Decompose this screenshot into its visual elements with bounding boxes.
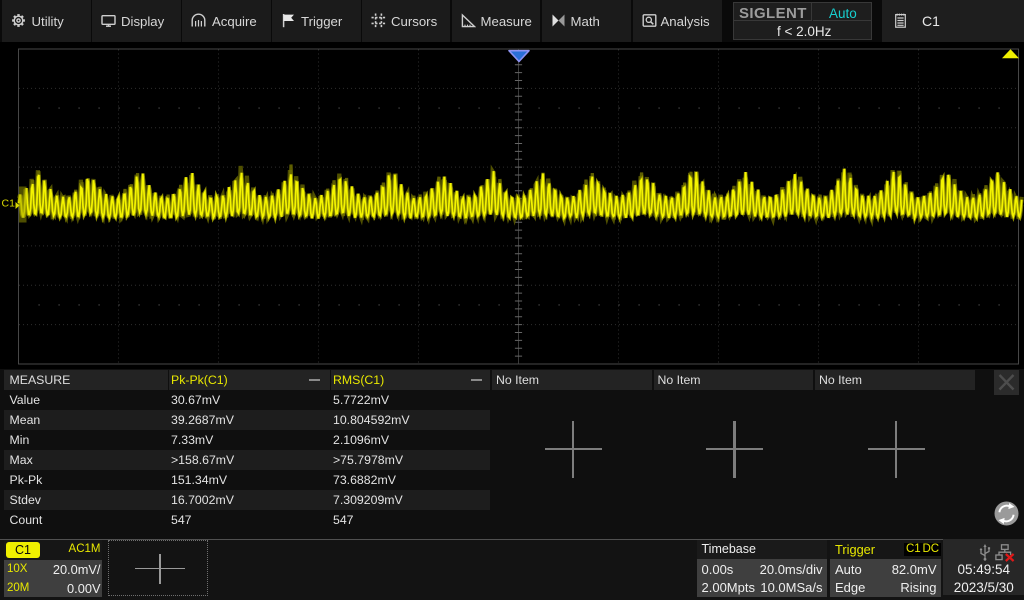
svg-text:C1: C1 bbox=[2, 197, 16, 209]
